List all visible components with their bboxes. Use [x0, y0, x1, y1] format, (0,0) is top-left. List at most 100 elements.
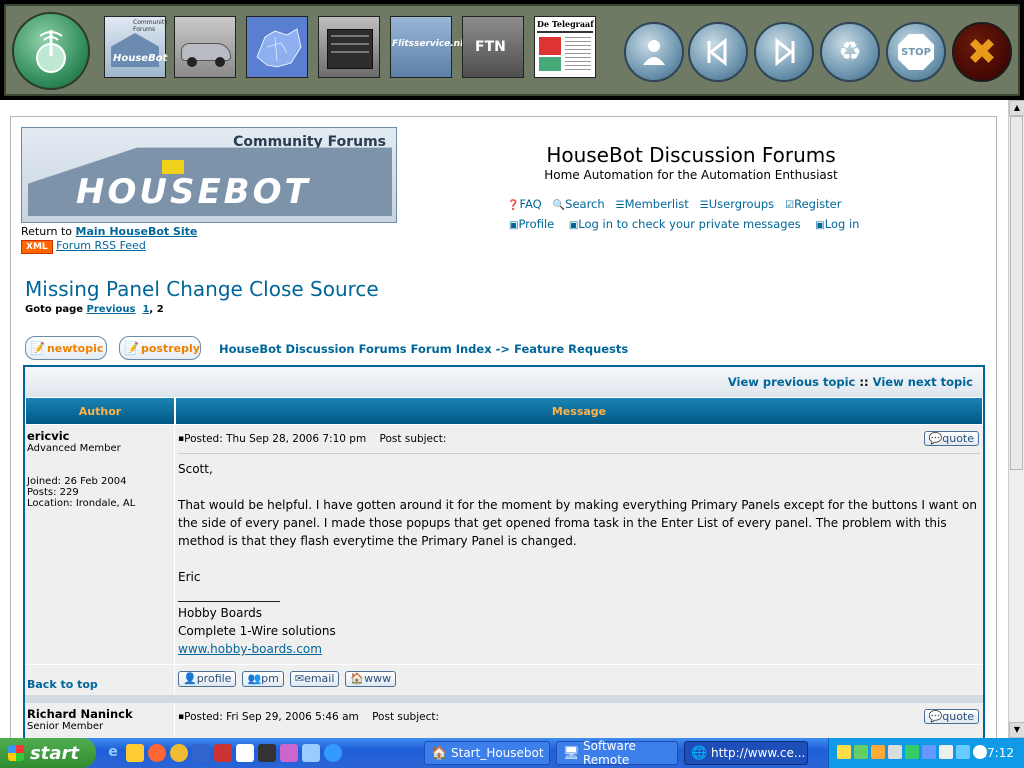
nav-profile[interactable]: Profile — [518, 217, 554, 231]
breadcrumb-index-link[interactable]: HouseBot Discussion Forums Forum Index — [219, 342, 492, 356]
ie-icon[interactable]: e — [104, 744, 122, 762]
tray-icon[interactable] — [922, 745, 936, 759]
tray-icon[interactable] — [888, 745, 902, 759]
back-icon[interactable] — [688, 22, 748, 82]
header-nav: ❓FAQ 🔍Search ☰Memberlist ☰Usergroups ☑Re… — [507, 197, 841, 211]
quick-launch: e — [104, 744, 342, 762]
taskbar-clock[interactable]: 17:12 — [979, 746, 1014, 760]
post-author-posts: Posts: 229 — [27, 487, 79, 498]
pm-button[interactable]: 👥pm — [242, 671, 284, 687]
goto-prefix: Goto page — [25, 304, 84, 315]
antenna-globe-icon[interactable] — [12, 12, 90, 90]
nav-register[interactable]: Register — [794, 197, 841, 211]
breadcrumb-arrow: -> — [495, 342, 511, 356]
ftn-thumbnail[interactable]: FTN — [462, 16, 524, 78]
car-thumbnail[interactable] — [174, 16, 236, 78]
app-icon[interactable] — [280, 744, 298, 762]
app-icon[interactable] — [258, 744, 276, 762]
nav-search[interactable]: Search — [565, 197, 605, 211]
start-button[interactable]: start — [0, 738, 96, 768]
app-icon[interactable] — [324, 744, 342, 762]
xml-badge-icon[interactable]: XML — [21, 240, 53, 254]
messages-icon: ▣ — [568, 220, 579, 231]
start-label: start — [30, 742, 79, 764]
quote-button[interactable]: 💬quote — [923, 709, 979, 724]
topic-title[interactable]: Missing Panel Change Close Source — [25, 277, 379, 301]
nav-private-messages[interactable]: Log in to check your private messages — [578, 217, 800, 231]
thumb-ftn-text: FTN — [475, 39, 506, 55]
back-to-top-link[interactable]: Back to top — [27, 678, 98, 691]
app-icon[interactable] — [192, 744, 210, 762]
post-header: ▪ Posted: Fri Sep 29, 2006 5:46 am Post … — [178, 707, 980, 727]
app-icon[interactable] — [170, 744, 188, 762]
task-start-housebot[interactable]: 🏠 Start_Housebot — [424, 741, 550, 765]
nav-usergroups[interactable]: Usergroups — [709, 197, 774, 211]
app-icon[interactable] — [148, 744, 166, 762]
nav-login[interactable]: Log in — [825, 217, 860, 231]
signature-link[interactable]: www.hobby-boards.com — [178, 642, 322, 656]
postreply-button[interactable]: 📝 postreply — [119, 336, 201, 360]
goto-previous-link[interactable]: Previous — [87, 304, 136, 315]
tray-icon[interactable] — [837, 745, 851, 759]
tray-icon[interactable] — [956, 745, 970, 759]
telegraaf-thumbnail[interactable]: De Telegraaf — [534, 16, 596, 78]
app-icon[interactable] — [214, 744, 232, 762]
post-author-cell: Richard Naninck Senior Member — [25, 703, 175, 738]
post-date: Posted: Fri Sep 29, 2006 5:46 am — [184, 711, 359, 723]
nav-faq[interactable]: FAQ — [519, 197, 541, 211]
quote-button[interactable]: 💬quote — [923, 431, 979, 446]
stop-icon[interactable]: STOP — [886, 22, 946, 82]
email-button-label: email — [304, 672, 335, 685]
scroll-up-icon[interactable]: ▲ — [1009, 100, 1024, 116]
rss-feed-link[interactable]: Forum RSS Feed — [56, 239, 146, 252]
tray-icon[interactable] — [854, 745, 868, 759]
www-button[interactable]: 🏠www — [345, 671, 397, 687]
scroll-down-icon[interactable]: ▼ — [1009, 722, 1024, 738]
app-icon[interactable] — [302, 744, 320, 762]
post-footer-row — [25, 665, 983, 695]
remote-icon: 🖥 — [563, 746, 580, 761]
view-next-topic-link[interactable]: View next topic — [873, 375, 973, 389]
server-rack-thumbnail[interactable] — [318, 16, 380, 78]
newtopic-button[interactable]: 📝 newtopic — [25, 336, 107, 360]
postreply-icon: 📝 — [124, 341, 139, 355]
app-icon[interactable] — [126, 744, 144, 762]
post-subject-label: Post subject: — [379, 433, 447, 445]
task-browser[interactable]: 🌐 http://www.ce... — [684, 741, 808, 765]
post-author-joined: Joined: 26 Feb 2004 — [27, 476, 127, 487]
task-label: http://www.ce... — [711, 746, 806, 760]
recycle-icon[interactable]: ♻ — [820, 22, 880, 82]
email-button[interactable]: ✉email — [289, 671, 340, 687]
app-icon[interactable] — [236, 744, 254, 762]
toolbar-panel: Community Forums HouseBot Flitsservice.n… — [4, 4, 1020, 96]
profile-button-label: profile — [196, 672, 232, 685]
task-software-remote[interactable]: 🖥 Software Remote — [556, 739, 678, 767]
profile-button[interactable]: 👤profile — [178, 671, 237, 687]
return-line: Return to Main HouseBot Site — [21, 225, 197, 238]
tray-icon[interactable] — [905, 745, 919, 759]
windows-logo-icon — [8, 745, 24, 761]
vertical-scrollbar[interactable]: ▲ ▼ — [1008, 100, 1024, 738]
post-author-name[interactable]: ericvic — [27, 429, 172, 443]
user-icon[interactable] — [624, 22, 684, 82]
close-icon[interactable]: ✖ — [952, 22, 1012, 82]
goto-pages: Goto page Previous 1, 2 — [25, 304, 164, 315]
housebot-logo[interactable]: Community Forums HouseBot — [21, 127, 397, 223]
post-author-name[interactable]: Richard Naninck — [27, 707, 172, 721]
return-link[interactable]: Main HouseBot Site — [76, 225, 198, 238]
rss-line: XML Forum RSS Feed — [21, 239, 146, 254]
europe-map-thumbnail[interactable] — [246, 16, 308, 78]
housebot-thumbnail[interactable]: Community Forums HouseBot — [104, 16, 168, 78]
view-previous-topic-link[interactable]: View previous topic — [728, 375, 856, 389]
flitsservice-thumbnail[interactable]: Flitsservice.nl — [390, 16, 463, 78]
tray-icon[interactable] — [871, 745, 885, 759]
forward-icon[interactable] — [754, 22, 814, 82]
nav-memberlist[interactable]: Memberlist — [625, 197, 689, 211]
tray-icon[interactable] — [939, 745, 953, 759]
scroll-thumb[interactable] — [1010, 116, 1023, 470]
signature-line-2: Complete 1-Wire solutions — [178, 624, 336, 638]
breadcrumb-forum-link[interactable]: Feature Requests — [514, 342, 628, 356]
goto-page-2: 2 — [156, 304, 164, 315]
login-icon: ▣ — [815, 220, 825, 231]
post-author-rank: Advanced Member — [27, 443, 121, 454]
